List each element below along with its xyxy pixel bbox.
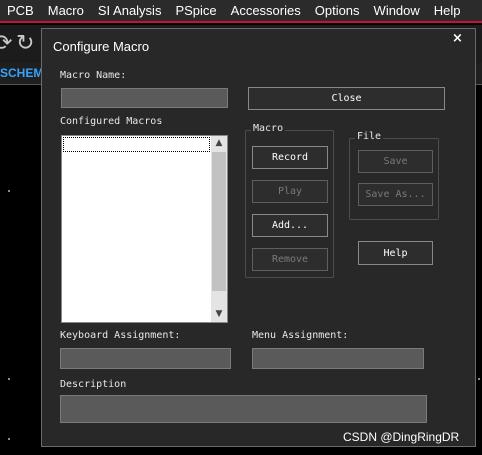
dialog-title: Configure Macro xyxy=(53,39,150,54)
configured-macros-label: Configured Macros xyxy=(60,116,163,127)
canvas-marker xyxy=(8,190,10,192)
menu-assignment-label: Menu Assignment: xyxy=(252,330,349,341)
menu-pcb[interactable]: PCB xyxy=(0,0,41,21)
scroll-thumb[interactable] xyxy=(212,152,226,291)
remove-button[interactable]: Remove xyxy=(252,248,328,271)
list-item[interactable] xyxy=(63,137,210,152)
play-button[interactable]: Play xyxy=(252,180,328,203)
help-button[interactable]: Help xyxy=(358,241,433,265)
description-label: Description xyxy=(60,379,127,390)
watermark: CSDN @DingRingDR xyxy=(343,430,460,444)
redo-icon[interactable]: ↻ xyxy=(16,33,34,55)
menu-assignment-field[interactable] xyxy=(252,348,424,369)
scroll-down-icon[interactable]: ▼ xyxy=(211,307,227,322)
macro-name-label: Macro Name: xyxy=(60,70,127,81)
menu-window[interactable]: Window xyxy=(367,0,427,21)
scroll-up-icon[interactable]: ▲ xyxy=(211,136,227,151)
menu-pspice[interactable]: PSpice xyxy=(168,0,223,21)
file-group: File Save Save As... xyxy=(349,131,439,220)
file-group-title: File xyxy=(355,131,384,142)
keyboard-assignment-field[interactable] xyxy=(60,348,231,369)
macro-group-title: Macro xyxy=(251,123,286,134)
menu-options[interactable]: Options xyxy=(308,0,367,21)
refresh-icon[interactable]: ⟳ xyxy=(0,33,12,55)
save-as-button[interactable]: Save As... xyxy=(358,183,433,206)
macro-name-field[interactable] xyxy=(61,88,228,108)
tab-schematic[interactable]: SCHEM xyxy=(0,66,43,80)
menu-help[interactable]: Help xyxy=(427,0,468,21)
configured-macros-list[interactable]: ▲ ▼ xyxy=(61,135,228,323)
record-button[interactable]: Record xyxy=(252,146,328,169)
menubar: PCB Macro SI Analysis PSpice Accessories… xyxy=(0,0,482,23)
add-button[interactable]: Add... xyxy=(252,214,328,237)
description-field[interactable] xyxy=(60,395,427,423)
configure-macro-dialog: Configure Macro × Macro Name: Close Conf… xyxy=(41,28,476,447)
menu-accessories[interactable]: Accessories xyxy=(224,0,308,21)
canvas-marker xyxy=(8,378,10,380)
menu-macro[interactable]: Macro xyxy=(41,0,91,21)
close-button[interactable]: Close xyxy=(248,87,445,110)
vertical-scrollbar[interactable]: ▲ ▼ xyxy=(211,136,227,322)
canvas-marker xyxy=(8,438,10,440)
close-icon[interactable]: × xyxy=(452,31,463,46)
macro-group: Macro Record Play Add... Remove xyxy=(245,123,334,278)
save-button[interactable]: Save xyxy=(358,150,433,173)
menu-si-analysis[interactable]: SI Analysis xyxy=(91,0,169,21)
keyboard-assignment-label: Keyboard Assignment: xyxy=(60,330,181,341)
canvas-marker xyxy=(478,378,480,380)
